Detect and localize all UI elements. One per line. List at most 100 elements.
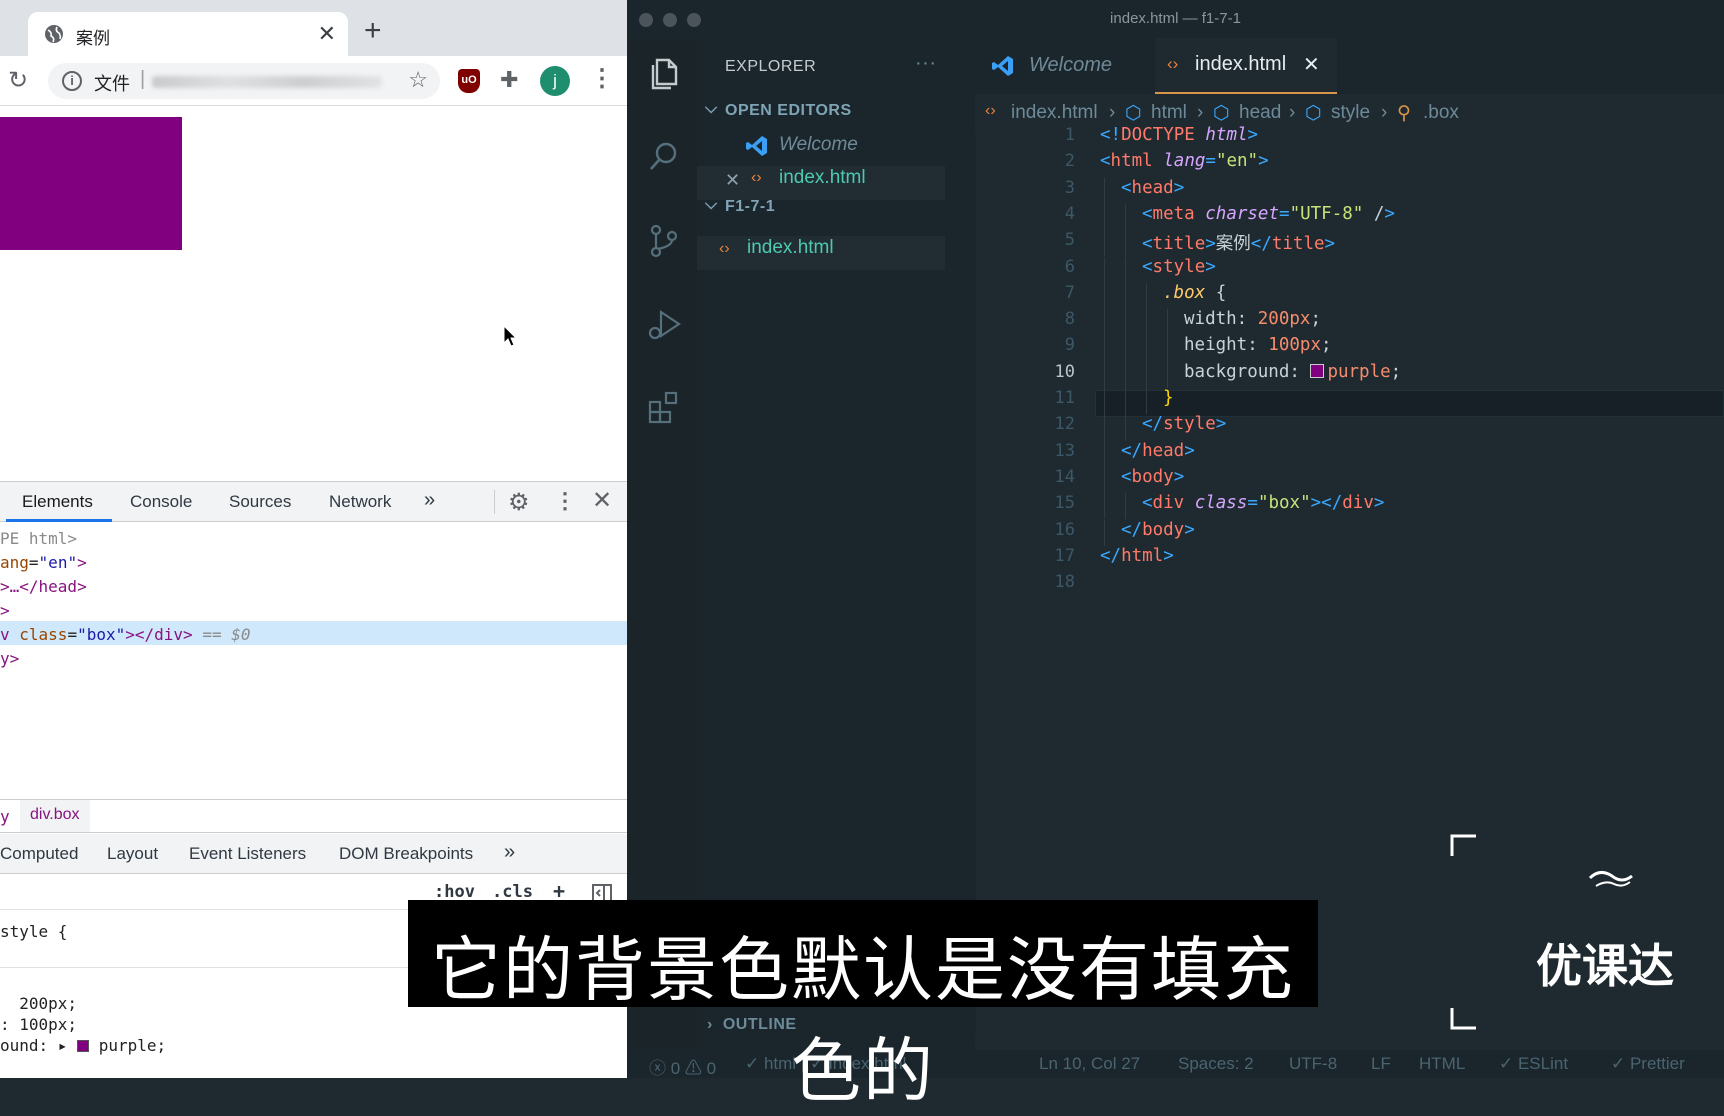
indent-guide	[1146, 388, 1147, 415]
folder-header[interactable]: F1-7-1	[725, 198, 775, 216]
html-file-icon: ‹›	[985, 102, 996, 119]
code-line[interactable]: <head>	[1121, 178, 1184, 198]
tab-event-listeners[interactable]: Event Listeners	[189, 844, 306, 864]
chevron-down-icon[interactable]: ⌵	[705, 196, 718, 214]
purple-box	[0, 117, 182, 250]
dom-line[interactable]: ang="en">	[0, 553, 87, 572]
css-prop-background[interactable]: ound: ▸ purple;	[0, 1036, 166, 1055]
indent-guide	[1104, 230, 1105, 257]
breadcrumb-html[interactable]: html	[1151, 102, 1187, 124]
line-number: 7	[1064, 282, 1075, 303]
css-rule-head[interactable]: style {	[0, 922, 67, 941]
eol-status[interactable]: LF	[1371, 1054, 1391, 1074]
dom-line[interactable]: >…</head>	[0, 577, 87, 596]
breadcrumb-head[interactable]: head	[1239, 102, 1281, 124]
extensions-icon[interactable]	[645, 388, 683, 426]
code-line[interactable]: </body>	[1121, 520, 1195, 540]
address-bar[interactable]: i 文件 | ☆	[48, 63, 440, 99]
more-tabs-icon[interactable]: »	[424, 489, 435, 512]
breadcrumb-style[interactable]: style	[1331, 102, 1370, 124]
dom-line[interactable]: PE html>	[0, 529, 77, 548]
language-status[interactable]: HTML	[1419, 1054, 1465, 1074]
purple-swatch[interactable]	[1310, 363, 1325, 378]
hov-toggle[interactable]: :hov	[434, 882, 475, 902]
code-line[interactable]: background: purple;	[1184, 362, 1401, 382]
dom-eq: =	[28, 553, 39, 572]
dom-line[interactable]: >	[0, 601, 10, 620]
tab-elements[interactable]: Elements	[22, 492, 93, 512]
dom-line-selected[interactable]: v class="box"></div> == $0	[0, 625, 250, 644]
code-line[interactable]: </head>	[1121, 441, 1195, 461]
dom-attr: ang	[0, 553, 29, 572]
dom-line[interactable]: y>	[0, 649, 19, 668]
chevron-down-icon[interactable]: ⌵	[705, 100, 718, 118]
gear-icon[interactable]: ⚙	[508, 488, 530, 517]
code-line[interactable]: <title>案例</title>	[1142, 230, 1335, 255]
breadcrumb-file[interactable]: index.html	[1011, 102, 1098, 124]
window-title: index.html — f1-7-1	[1110, 10, 1241, 27]
more-subtabs-icon[interactable]: »	[504, 841, 515, 864]
code-line[interactable]: </html>	[1100, 546, 1174, 566]
tab-welcome[interactable]: Welcome	[975, 38, 1155, 94]
cube-icon: ⬡	[1305, 103, 1322, 124]
breadcrumb-current[interactable]: div.box	[20, 800, 90, 832]
indent-guide	[1104, 466, 1105, 494]
code-line[interactable]: }	[1163, 388, 1174, 408]
open-editor-index[interactable]: index.html	[779, 167, 866, 189]
explorer-title: EXPLORER	[725, 58, 817, 75]
tab-computed[interactable]: Computed	[0, 844, 78, 864]
css-prop-width[interactable]: 200px;	[0, 994, 77, 1013]
tab-console[interactable]: Console	[130, 492, 192, 512]
tab-layout[interactable]: Layout	[107, 844, 158, 864]
profile-avatar[interactable]: j	[540, 66, 570, 96]
tab-dom-breakpoints[interactable]: DOM Breakpoints	[339, 844, 473, 864]
css-selector-icon: ⚲	[1397, 103, 1411, 124]
explorer-more-icon[interactable]: ···	[915, 52, 936, 75]
search-icon[interactable]	[645, 138, 683, 176]
purple-swatch[interactable]	[77, 1040, 90, 1052]
bookmark-star-icon[interactable]: ☆	[408, 67, 428, 93]
breadcrumb-parent[interactable]: y	[0, 807, 10, 826]
code-line[interactable]: height: 100px;	[1184, 335, 1332, 355]
code-line[interactable]: width: 200px;	[1184, 309, 1321, 329]
code-line[interactable]: <!DOCTYPE html>	[1100, 125, 1258, 145]
code-line[interactable]: <div class="box"></div>	[1142, 493, 1384, 513]
reload-icon[interactable]: ↻	[8, 66, 28, 95]
prettier-status[interactable]: ✓ Prettier	[1611, 1054, 1685, 1074]
css-prop-height[interactable]: : 100px;	[0, 1015, 77, 1034]
code-line[interactable]: </style>	[1142, 414, 1226, 434]
tab-network[interactable]: Network	[329, 492, 391, 512]
new-tab-button[interactable]: +	[364, 14, 382, 48]
close-devtools-icon[interactable]: ✕	[592, 486, 612, 515]
info-icon[interactable]: i	[62, 71, 82, 91]
html-file-icon: ‹›	[719, 240, 730, 257]
open-editors-header[interactable]: OPEN EDITORS	[725, 102, 852, 120]
tab-index-html[interactable]: ‹› index.html ✕	[1155, 38, 1337, 94]
browser-tab[interactable]: 案例 ✕	[28, 12, 348, 56]
code-line[interactable]: <meta charset="UTF-8" />	[1142, 204, 1395, 224]
cls-toggle[interactable]: .cls	[492, 882, 533, 902]
watermark-logo: 优课达	[1450, 832, 1690, 1032]
source-control-icon[interactable]	[645, 222, 683, 260]
open-editor-welcome[interactable]: Welcome	[779, 134, 858, 156]
file-index-html[interactable]: index.html	[747, 237, 834, 259]
dom-text: PE html>	[0, 529, 78, 548]
code-line[interactable]: .box {	[1163, 283, 1226, 303]
extensions-puzzle-icon[interactable]: ✚	[500, 67, 518, 93]
code-line[interactable]: <style>	[1142, 257, 1216, 277]
indent-guide	[1104, 519, 1105, 546]
explorer-files-icon[interactable]	[645, 54, 683, 92]
close-tab-icon[interactable]: ✕	[318, 21, 336, 47]
tab-sources[interactable]: Sources	[229, 492, 291, 512]
close-tab-icon[interactable]: ✕	[1303, 52, 1320, 77]
code-line[interactable]: <html lang="en">	[1100, 151, 1269, 171]
close-editor-icon[interactable]: ✕	[725, 170, 740, 191]
breadcrumb-box[interactable]: .box	[1423, 102, 1459, 124]
run-debug-icon[interactable]	[645, 306, 683, 344]
devtools-menu-icon[interactable]: ⋮	[554, 488, 576, 514]
ublock-extension-icon[interactable]: uO	[458, 69, 480, 93]
code-line[interactable]: <body>	[1121, 467, 1184, 487]
browser-menu-icon[interactable]: ⋮	[590, 64, 614, 93]
dom-selected-marker: == $0	[192, 625, 251, 644]
eslint-status[interactable]: ✓ ESLint	[1499, 1054, 1568, 1074]
